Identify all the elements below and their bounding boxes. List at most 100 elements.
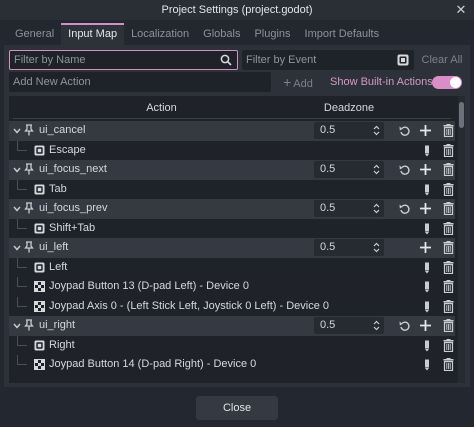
- chevron-down-icon[interactable]: [13, 243, 21, 251]
- tab-plugins[interactable]: Plugins: [247, 23, 297, 45]
- tab-localization[interactable]: Localization: [124, 23, 196, 45]
- add-new-action-field[interactable]: [9, 72, 271, 92]
- spinner-arrows-icon[interactable]: [373, 125, 380, 136]
- trash-icon[interactable]: [443, 124, 454, 138]
- add-event-icon[interactable]: [419, 319, 432, 332]
- tab-general[interactable]: General: [8, 23, 61, 45]
- window-title: Project Settings (project.godot): [161, 4, 313, 16]
- event-row[interactable]: Shift+Tab: [9, 218, 455, 239]
- tree-header: Action Deadzone: [9, 99, 449, 117]
- tab-import-defaults[interactable]: Import Defaults: [298, 23, 387, 45]
- window-titlebar: Project Settings (project.godot) ✕: [0, 0, 474, 20]
- event-row[interactable]: Tab: [9, 179, 455, 200]
- event-row[interactable]: Joypad Button 13 (D-pad Left) - Device 0: [9, 277, 455, 297]
- revert-icon[interactable]: [399, 164, 411, 176]
- event-name: Left: [49, 260, 68, 273]
- deadzone-spinbox[interactable]: 0.5: [314, 200, 384, 217]
- deadzone-spinbox[interactable]: 0.5: [314, 239, 384, 256]
- add-event-icon[interactable]: [419, 163, 432, 176]
- trash-icon[interactable]: [443, 143, 454, 157]
- action-row[interactable]: ui_focus_next 0.5: [9, 160, 455, 180]
- deadzone-spinbox[interactable]: 0.5: [314, 317, 384, 334]
- column-header-deadzone: Deadzone: [323, 102, 375, 114]
- chevron-down-icon[interactable]: [13, 204, 21, 212]
- edit-icon[interactable]: [424, 281, 430, 293]
- deadzone-spinbox[interactable]: 0.5: [314, 161, 384, 178]
- close-button[interactable]: Close: [196, 396, 278, 420]
- keyboard-icon: [34, 145, 45, 156]
- filter-by-event-field[interactable]: [242, 50, 414, 70]
- tree-guide-line: [17, 355, 27, 365]
- trash-icon[interactable]: [443, 299, 454, 313]
- spinner-arrows-icon[interactable]: [373, 320, 380, 331]
- deadzone-spinbox[interactable]: 0.5: [314, 122, 384, 139]
- action-name: ui_focus_next: [39, 163, 107, 175]
- keyboard-icon[interactable]: [397, 54, 409, 66]
- filter-by-event-input[interactable]: [246, 53, 386, 67]
- joypad-icon: [34, 300, 45, 312]
- action-row[interactable]: ui_cancel 0.5: [9, 121, 455, 141]
- tree-guide-line: [17, 257, 27, 268]
- chevron-down-icon[interactable]: [13, 126, 21, 134]
- event-row[interactable]: Right: [9, 335, 455, 356]
- action-row[interactable]: ui_focus_prev 0.5: [9, 199, 455, 219]
- event-row[interactable]: Escape: [9, 140, 455, 161]
- event-row[interactable]: Joypad Button 14 (D-pad Right) - Device …: [9, 355, 455, 375]
- add-event-icon[interactable]: [419, 241, 432, 254]
- show-builtin-actions-toggle[interactable]: [432, 76, 462, 89]
- add-event-icon[interactable]: [419, 124, 432, 137]
- trash-icon[interactable]: [443, 202, 454, 216]
- edit-icon[interactable]: [424, 262, 430, 274]
- edit-icon[interactable]: [424, 359, 430, 371]
- trash-icon[interactable]: [443, 338, 454, 352]
- trash-icon[interactable]: [443, 358, 454, 372]
- filter-by-name-field[interactable]: [9, 50, 238, 70]
- clear-all-button[interactable]: Clear All: [418, 50, 466, 70]
- event-name: Shift+Tab: [49, 221, 96, 234]
- trash-icon[interactable]: [443, 319, 454, 333]
- revert-icon[interactable]: [399, 203, 411, 215]
- revert-icon[interactable]: [399, 125, 411, 137]
- edit-icon[interactable]: [424, 223, 430, 235]
- edit-icon[interactable]: [424, 340, 430, 352]
- deadzone-value: 0.5: [320, 202, 336, 214]
- revert-icon[interactable]: [399, 320, 411, 332]
- edit-icon[interactable]: [424, 184, 430, 196]
- trash-icon[interactable]: [443, 260, 454, 274]
- trash-icon[interactable]: [443, 280, 454, 294]
- close-icon[interactable]: ✕: [454, 3, 468, 17]
- tab-input-map[interactable]: Input Map: [61, 23, 125, 45]
- pin-icon: [24, 202, 34, 214]
- show-builtin-actions-label: Show Built-in Actions: [330, 76, 433, 88]
- action-name: ui_focus_prev: [39, 202, 108, 214]
- trash-icon[interactable]: [443, 182, 454, 196]
- tree-guide-line: [17, 335, 27, 346]
- tree-guide-line: [17, 218, 27, 229]
- action-row[interactable]: ui_left 0.5: [9, 238, 455, 258]
- event-name: Joypad Button 14 (D-pad Right) - Device …: [49, 358, 257, 370]
- tab-globals[interactable]: Globals: [196, 23, 247, 45]
- scrollbar-thumb[interactable]: [459, 102, 464, 128]
- chevron-down-icon[interactable]: [13, 165, 21, 173]
- spinner-arrows-icon[interactable]: [373, 242, 380, 253]
- keyboard-icon: [34, 184, 45, 195]
- deadzone-value: 0.5: [320, 241, 336, 253]
- trash-icon[interactable]: [443, 221, 454, 235]
- edit-icon[interactable]: [424, 301, 430, 313]
- vertical-scrollbar[interactable]: [458, 96, 465, 383]
- action-tree: Action Deadzone ui_cancel 0.5 Escape ui_foc…: [9, 96, 465, 383]
- add-event-icon[interactable]: [419, 202, 432, 215]
- edit-icon[interactable]: [424, 145, 430, 157]
- event-row[interactable]: Joypad Axis 0 - (Left Stick Left, Joysti…: [9, 296, 455, 317]
- trash-icon[interactable]: [443, 163, 454, 177]
- spinner-arrows-icon[interactable]: [373, 164, 380, 175]
- input-map-panel: Clear All +Add Show Built-in Actions Act…: [4, 45, 470, 387]
- chevron-down-icon[interactable]: [13, 321, 21, 329]
- action-row[interactable]: ui_right 0.5: [9, 316, 455, 336]
- add-new-action-input[interactable]: [13, 75, 263, 89]
- filter-by-name-input[interactable]: [14, 53, 214, 67]
- event-row[interactable]: Left: [9, 257, 455, 278]
- trash-icon[interactable]: [443, 241, 454, 255]
- spinner-arrows-icon[interactable]: [373, 203, 380, 214]
- add-action-button[interactable]: + Add: [276, 72, 320, 92]
